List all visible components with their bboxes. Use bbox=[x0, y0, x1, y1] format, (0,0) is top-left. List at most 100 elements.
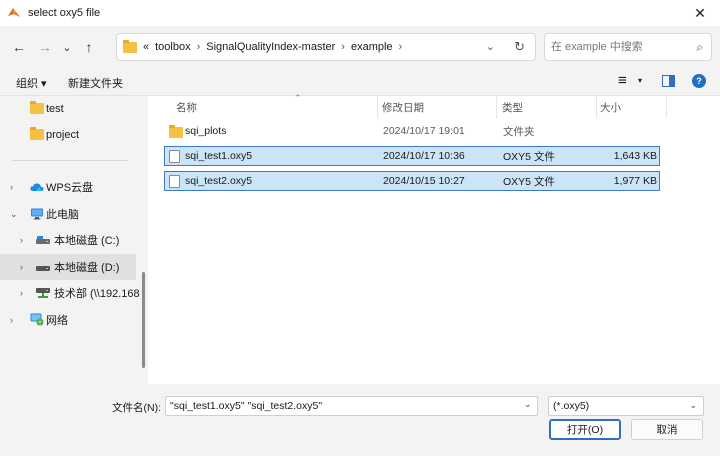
sidebar-scrollbar[interactable] bbox=[142, 272, 145, 368]
forward-icon[interactable]: → bbox=[32, 34, 58, 60]
chevron-right-icon[interactable]: › bbox=[399, 41, 403, 53]
column-separator[interactable] bbox=[496, 96, 497, 118]
file-size: 1,643 KB bbox=[613, 150, 657, 162]
file-list: 名称 ⌃ 修改日期 类型 大小 sqi_plots 2024/10/17 19:… bbox=[148, 93, 720, 384]
column-header-name[interactable]: 名称 ⌃ bbox=[172, 93, 378, 118]
file-name: sqi_test2.oxy5 bbox=[185, 175, 253, 187]
column-header-type[interactable]: 类型 bbox=[498, 96, 596, 118]
chevron-right-icon[interactable]: › bbox=[20, 262, 23, 272]
navigation-pane: test project › WPS云盘 ⌄ 此电脑 › 本地磁盘 (C:) ›… bbox=[0, 96, 148, 384]
file-row[interactable]: sqi_test1.oxy5 2024/10/17 10:36 OXY5 文件 … bbox=[164, 146, 660, 166]
column-header-label: 名称 bbox=[176, 101, 197, 114]
filename-input[interactable] bbox=[165, 396, 538, 416]
sidebar-item-network-drive[interactable]: › 技术部 (\\192.168 bbox=[0, 280, 140, 306]
sidebar-item-wps-cloud[interactable]: › WPS云盘 bbox=[0, 174, 136, 200]
window-title: select oxy5 file bbox=[28, 7, 101, 19]
sidebar-item-this-pc[interactable]: ⌄ 此电脑 bbox=[0, 201, 136, 227]
sidebar-item-drive-c[interactable]: › 本地磁盘 (C:) bbox=[0, 227, 136, 253]
search-icon[interactable]: ⌕ bbox=[696, 40, 703, 55]
sidebar-item-label: 本地磁盘 (C:) bbox=[54, 235, 120, 247]
column-header-label: 类型 bbox=[502, 101, 523, 114]
chevron-right-icon[interactable]: › bbox=[20, 235, 23, 245]
open-button[interactable]: 打开(O) bbox=[549, 419, 621, 440]
drive-icon bbox=[36, 264, 50, 276]
refresh-icon[interactable]: ↻ bbox=[514, 39, 525, 55]
chevron-down-icon[interactable]: ⌄ bbox=[524, 399, 532, 410]
address-dropdown-icon[interactable]: ⌄ bbox=[486, 40, 495, 53]
document-icon bbox=[169, 175, 180, 188]
title-bar: select oxy5 file ✕ bbox=[0, 0, 720, 26]
chevron-down-icon[interactable]: ⌄ bbox=[10, 209, 18, 220]
chevron-right-icon[interactable]: › bbox=[10, 315, 13, 325]
file-row[interactable]: sqi_plots 2024/10/17 19:01 文件夹 bbox=[164, 121, 660, 141]
filename-label: 文件名(N): bbox=[112, 402, 161, 414]
chevron-right-icon[interactable]: › bbox=[197, 41, 201, 53]
file-date: 2024/10/15 10:27 bbox=[383, 175, 465, 187]
recent-locations-icon[interactable]: ⌄ bbox=[58, 34, 76, 60]
sidebar-item-network[interactable]: › 网络 bbox=[0, 307, 136, 333]
column-header-label: 大小 bbox=[600, 101, 621, 114]
search-box: ⌕ bbox=[544, 33, 712, 61]
address-bar[interactable]: « toolbox › SignalQualityIndex-master › … bbox=[116, 33, 536, 61]
sidebar-item-label: WPS云盘 bbox=[46, 182, 94, 194]
breadcrumb-signalqualityindex[interactable]: SignalQualityIndex-master bbox=[206, 41, 335, 53]
sidebar-item-label: 本地磁盘 (D:) bbox=[54, 262, 120, 274]
sidebar-item-project[interactable]: project bbox=[0, 122, 136, 148]
file-type: OXY5 文件 bbox=[503, 175, 555, 188]
folder-icon bbox=[30, 101, 44, 114]
up-icon[interactable]: ↑ bbox=[76, 34, 102, 60]
column-header-date[interactable]: 修改日期 bbox=[378, 96, 496, 118]
close-icon[interactable]: ✕ bbox=[680, 0, 720, 26]
search-input[interactable] bbox=[551, 41, 681, 53]
dialog-footer: 文件名(N): ⌄ (*.oxy5) ⌄ 打开(O) 取消 bbox=[0, 384, 720, 456]
filetype-select[interactable]: (*.oxy5) ⌄ bbox=[548, 396, 704, 416]
drive-icon bbox=[36, 236, 50, 249]
sidebar-item-label: 网络 bbox=[46, 315, 68, 327]
sort-ascending-icon: ⌃ bbox=[294, 93, 302, 103]
network-icon bbox=[30, 313, 44, 329]
chevron-right-icon[interactable]: › bbox=[341, 41, 345, 53]
computer-icon bbox=[30, 208, 44, 223]
cancel-button[interactable]: 取消 bbox=[631, 419, 703, 440]
sidebar-item-label: 此电脑 bbox=[46, 209, 79, 221]
folder-icon bbox=[169, 125, 183, 138]
sidebar-item-label: 技术部 (\\192.168 bbox=[54, 288, 140, 300]
network-drive-icon bbox=[36, 288, 50, 302]
chevron-right-icon[interactable]: › bbox=[20, 288, 23, 298]
file-type: 文件夹 bbox=[503, 125, 535, 138]
chevron-right-icon[interactable]: › bbox=[10, 182, 13, 192]
breadcrumb-example[interactable]: example bbox=[351, 41, 393, 53]
cloud-icon bbox=[30, 182, 44, 195]
sidebar-item-label: project bbox=[46, 129, 80, 141]
sidebar-item-test[interactable]: test bbox=[0, 96, 136, 122]
command-bar: 组织 ▾ 新建文件夹 ≡ ▾ ? bbox=[0, 68, 720, 96]
sidebar-divider bbox=[12, 160, 128, 161]
folder-icon bbox=[123, 39, 137, 53]
filetype-value: (*.oxy5) bbox=[553, 400, 590, 412]
back-icon[interactable]: ← bbox=[6, 34, 32, 60]
sidebar-item-label: test bbox=[46, 103, 64, 115]
organize-button[interactable]: 组织 ▾ bbox=[16, 75, 47, 91]
chevron-down-icon[interactable]: ⌄ bbox=[689, 400, 697, 411]
file-date: 2024/10/17 10:36 bbox=[383, 150, 465, 162]
column-header-label: 修改日期 bbox=[382, 101, 424, 114]
breadcrumb-toolbox[interactable]: toolbox bbox=[155, 41, 190, 53]
file-name: sqi_test1.oxy5 bbox=[185, 150, 253, 162]
file-row[interactable]: sqi_test2.oxy5 2024/10/15 10:27 OXY5 文件 … bbox=[164, 171, 660, 191]
help-icon[interactable]: ? bbox=[692, 74, 706, 88]
view-options-icon[interactable]: ≡ bbox=[618, 72, 627, 89]
navigation-bar: ← → ⌄ ↑ « toolbox › SignalQualityIndex-m… bbox=[0, 26, 720, 68]
matlab-icon bbox=[6, 5, 22, 21]
file-size: 1,977 KB bbox=[613, 175, 657, 187]
view-dropdown-icon[interactable]: ▾ bbox=[638, 76, 642, 85]
document-icon bbox=[169, 150, 180, 163]
folder-icon bbox=[30, 127, 44, 140]
sidebar-item-drive-d[interactable]: › 本地磁盘 (D:) bbox=[0, 254, 136, 280]
column-header-size[interactable]: 大小 bbox=[596, 96, 666, 118]
file-type: OXY5 文件 bbox=[503, 150, 555, 163]
new-folder-button[interactable]: 新建文件夹 bbox=[68, 75, 123, 91]
column-separator[interactable] bbox=[666, 96, 667, 118]
file-name: sqi_plots bbox=[185, 125, 227, 137]
breadcrumb-overflow[interactable]: « bbox=[143, 41, 149, 53]
preview-pane-icon[interactable] bbox=[662, 75, 675, 87]
